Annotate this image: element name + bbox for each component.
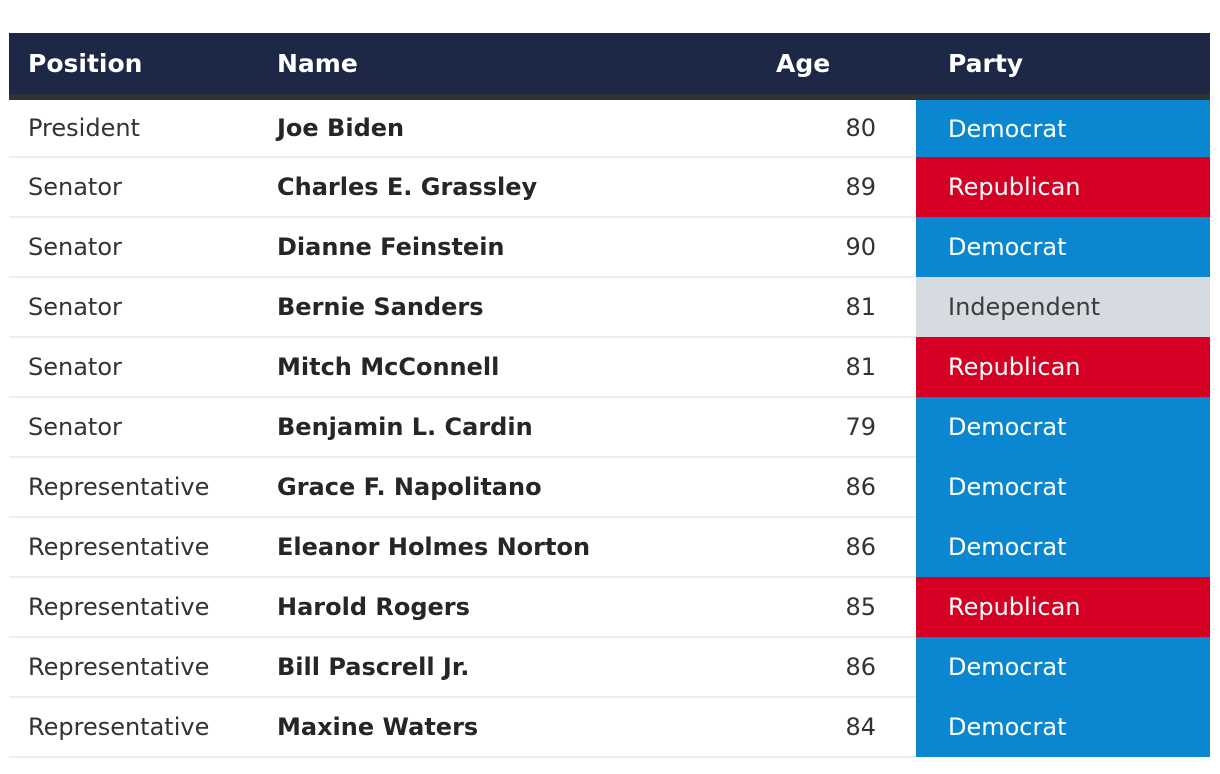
cell-name: Eleanor Holmes Norton <box>268 517 743 578</box>
cell-party-republican: Republican <box>916 157 1210 217</box>
table-row[interactable]: Senator Benjamin L. Cardin 79 Democrat <box>9 397 1210 458</box>
cell-party-democrat: Democrat <box>916 217 1210 277</box>
cell-party-independent: Independent <box>916 277 1210 337</box>
cell-position: Senator <box>9 337 268 398</box>
cell-age: 81 <box>743 337 903 398</box>
cell-position: Representative <box>9 517 268 578</box>
cell-name: Grace F. Napolitano <box>268 457 743 518</box>
cell-age: 86 <box>743 457 903 518</box>
cell-name: Joe Biden <box>268 97 743 158</box>
cell-position: Senator <box>9 277 268 338</box>
cell-name: Bernie Sanders <box>268 277 743 338</box>
cell-party-democrat: Democrat <box>916 517 1210 577</box>
cell-position: Senator <box>9 157 268 218</box>
cell-position: Senator <box>9 217 268 278</box>
table-row[interactable]: Senator Mitch McConnell 81 Republican <box>9 337 1210 398</box>
cell-party-democrat: Democrat <box>916 637 1210 697</box>
table-row[interactable]: Representative Maxine Waters 84 Democrat <box>9 697 1210 758</box>
cell-spacer <box>903 337 916 398</box>
table-row[interactable]: Representative Grace F. Napolitano 86 Democ… <box>9 457 1210 518</box>
cell-spacer <box>903 97 916 158</box>
table-row[interactable]: Representative Bill Pascrell Jr. 86 Democra… <box>9 637 1210 698</box>
cell-spacer <box>903 217 916 278</box>
cell-age: 86 <box>743 637 903 698</box>
table-header: Position Name Age Party <box>9 33 1210 100</box>
cell-position: Senator <box>9 397 268 458</box>
table-header-row: Position Name Age Party <box>9 33 1210 100</box>
cell-position: Representative <box>9 697 268 758</box>
table-row[interactable]: President Joe Biden 80 Democrat <box>9 97 1210 158</box>
cell-party-republican: Republican <box>916 577 1210 637</box>
cell-position: Representative <box>9 637 268 698</box>
table-container: Position Name Age Party President Joe Bid… <box>0 0 1220 774</box>
cell-position: Representative <box>9 577 268 638</box>
cell-name: Mitch McConnell <box>268 337 743 398</box>
table-row[interactable]: Senator Dianne Feinstein 90 Democrat <box>9 217 1210 278</box>
cell-spacer <box>903 697 916 758</box>
cell-party-democrat: Democrat <box>916 97 1210 157</box>
cell-spacer <box>903 397 916 458</box>
column-header-party[interactable]: Party <box>916 33 1210 100</box>
cell-age: 86 <box>743 517 903 578</box>
officials-table: Position Name Age Party President Joe Bid… <box>9 33 1210 758</box>
table-body: President Joe Biden 80 Democrat Senator Charl… <box>9 97 1210 758</box>
cell-party-republican: Republican <box>916 337 1210 397</box>
cell-age: 84 <box>743 697 903 758</box>
cell-name: Dianne Feinstein <box>268 217 743 278</box>
column-header-name[interactable]: Name <box>268 33 743 100</box>
cell-age: 89 <box>743 157 903 218</box>
table-row[interactable]: Representative Eleanor Holmes Norton 86 Dem… <box>9 517 1210 578</box>
cell-age: 85 <box>743 577 903 638</box>
cell-party-democrat: Democrat <box>916 397 1210 457</box>
cell-spacer <box>903 457 916 518</box>
column-header-spacer <box>903 33 916 100</box>
cell-position: President <box>9 97 268 158</box>
column-header-position[interactable]: Position <box>9 33 268 100</box>
cell-party-democrat: Democrat <box>916 457 1210 517</box>
cell-spacer <box>903 577 916 638</box>
cell-age: 90 <box>743 217 903 278</box>
table-row[interactable]: Representative Harold Rogers 85 Republican <box>9 577 1210 638</box>
cell-name: Harold Rogers <box>268 577 743 638</box>
cell-party-democrat: Democrat <box>916 697 1210 757</box>
cell-spacer <box>903 517 916 578</box>
cell-position: Representative <box>9 457 268 518</box>
cell-name: Charles E. Grassley <box>268 157 743 218</box>
cell-age: 80 <box>743 97 903 158</box>
cell-name: Bill Pascrell Jr. <box>268 637 743 698</box>
cell-spacer <box>903 277 916 338</box>
table-row[interactable]: Senator Charles E. Grassley 89 Republican <box>9 157 1210 218</box>
column-header-age[interactable]: Age <box>743 33 903 100</box>
cell-name: Maxine Waters <box>268 697 743 758</box>
cell-name: Benjamin L. Cardin <box>268 397 743 458</box>
cell-spacer <box>903 157 916 218</box>
table-row[interactable]: Senator Bernie Sanders 81 Independent <box>9 277 1210 338</box>
cell-age: 81 <box>743 277 903 338</box>
cell-age: 79 <box>743 397 903 458</box>
cell-spacer <box>903 637 916 698</box>
